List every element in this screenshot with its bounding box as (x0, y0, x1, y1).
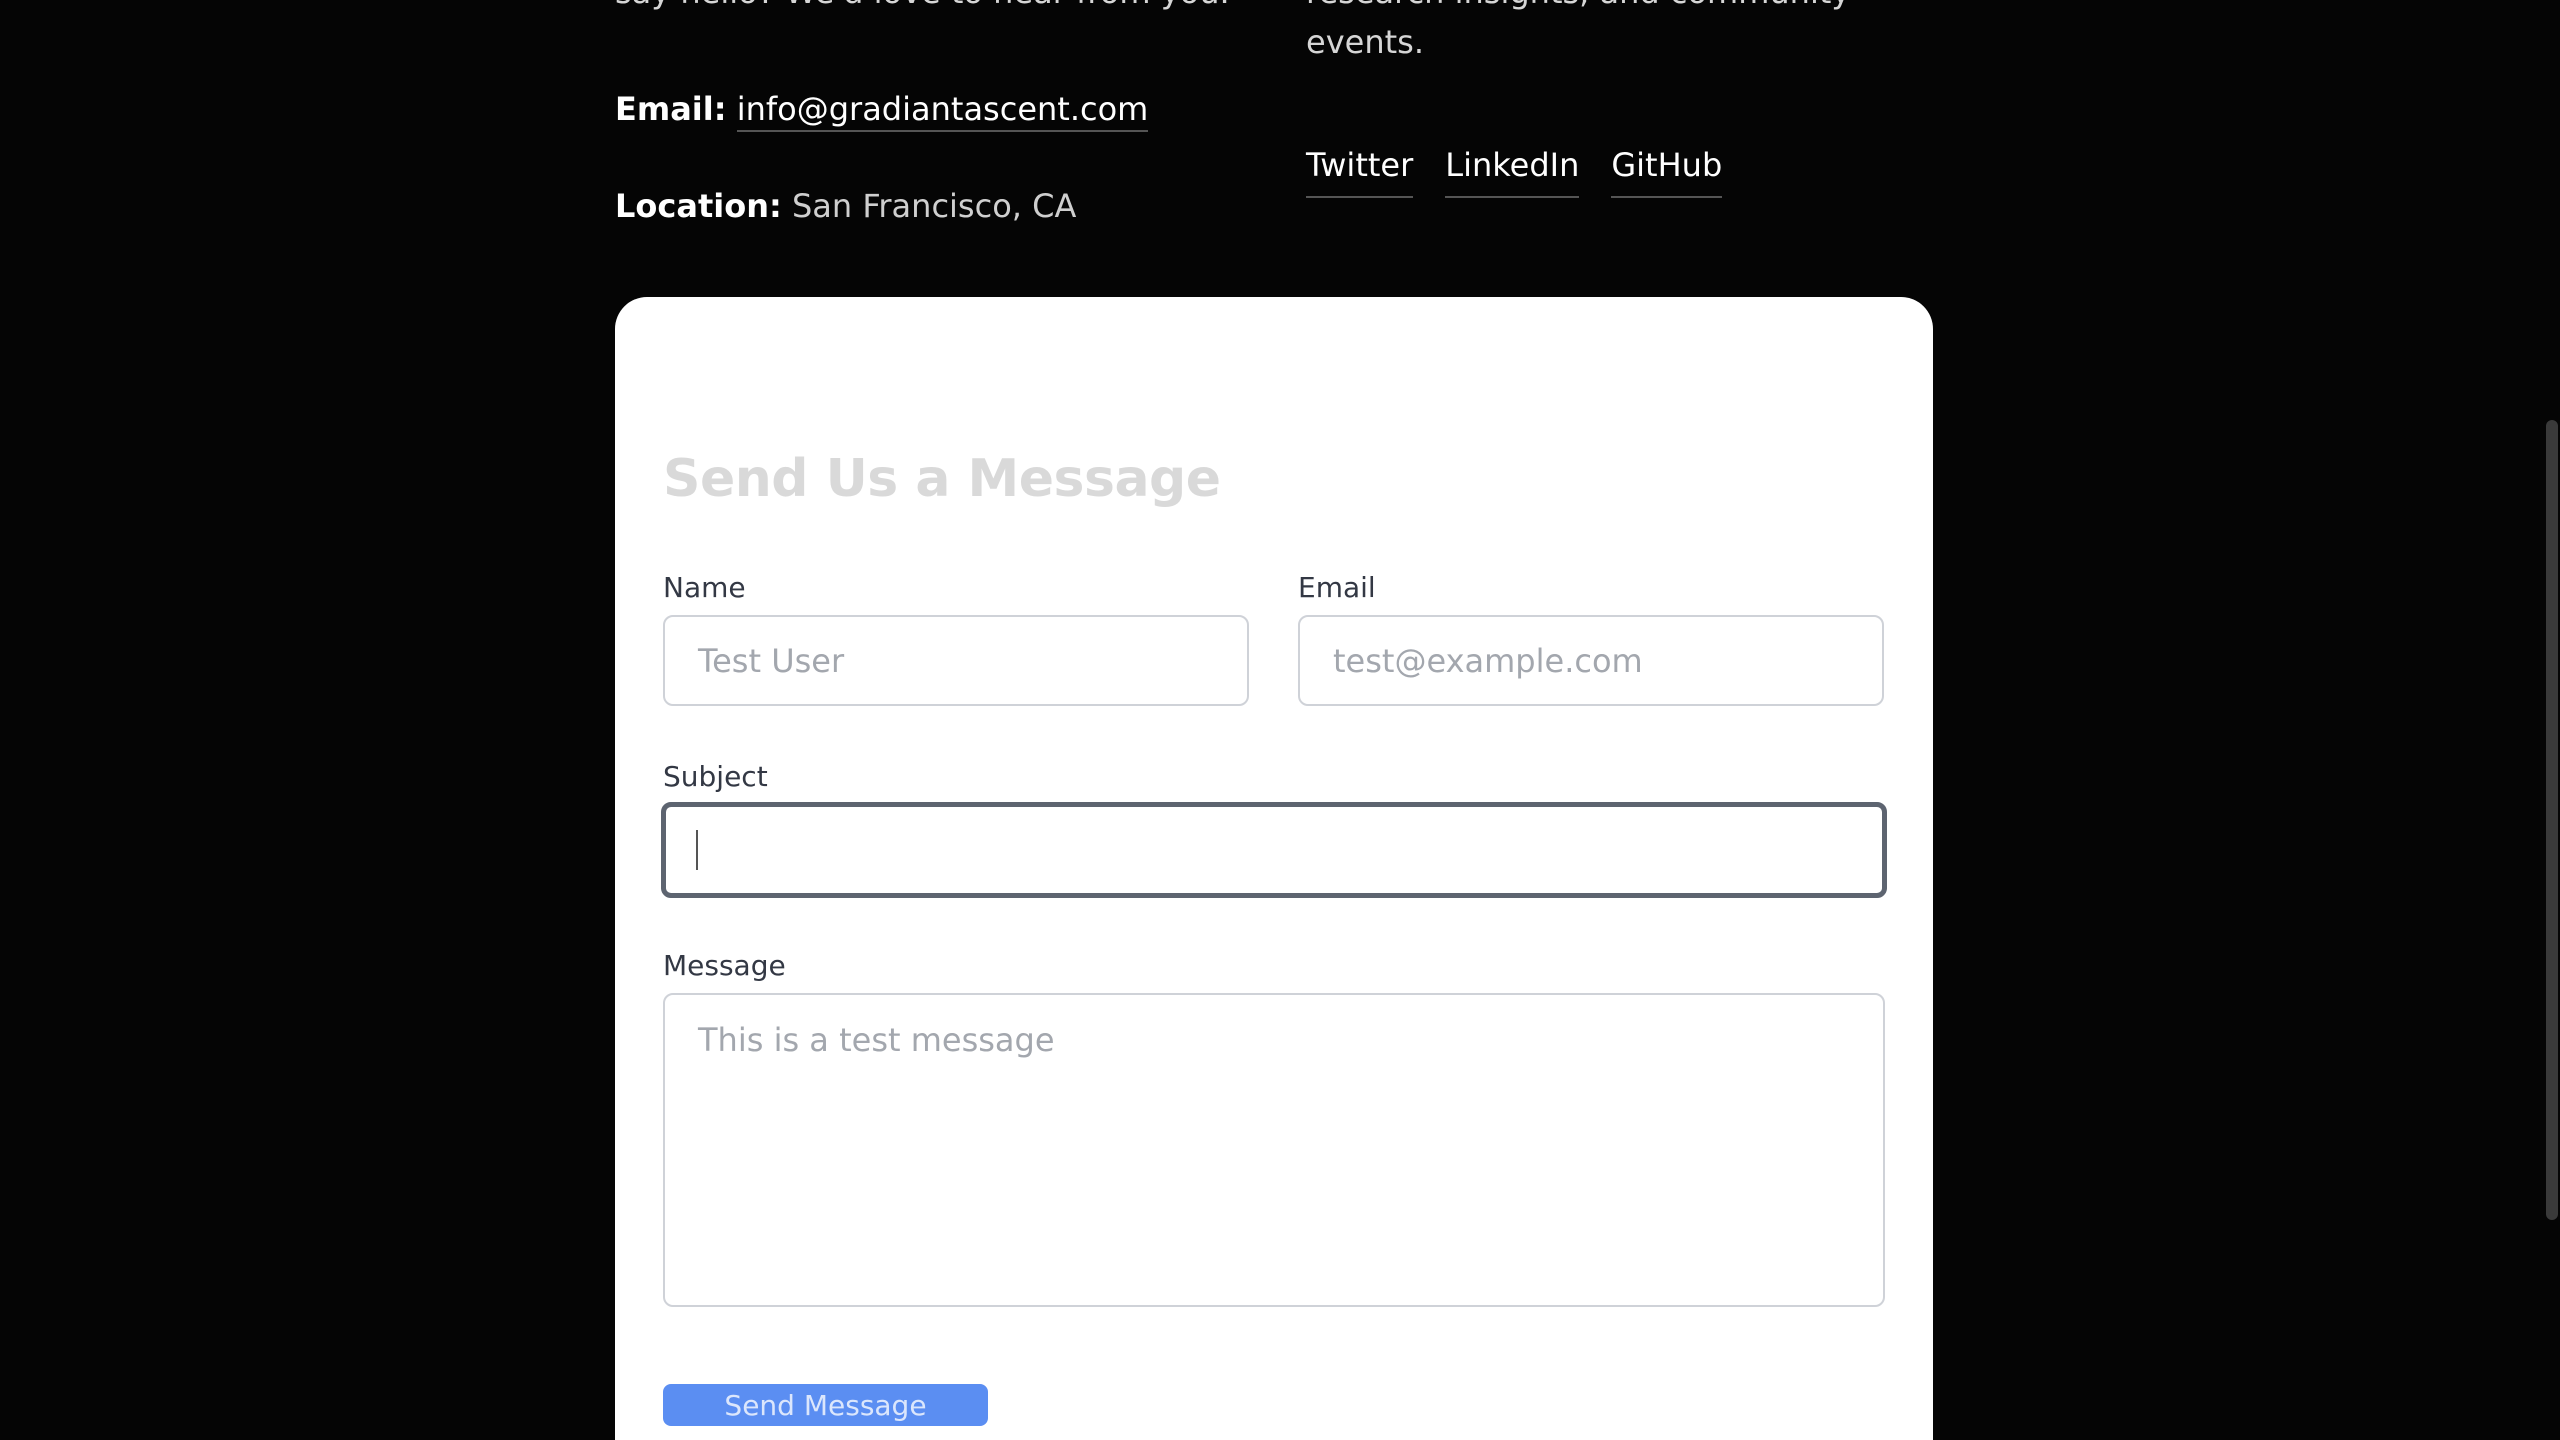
contact-form-card: Send Us a Message Name Test User Email t… (615, 297, 1933, 1440)
contact-location-row: Location: San Francisco, CA (615, 181, 1076, 231)
name-input[interactable]: Test User (663, 615, 1249, 706)
email-placeholder: test@example.com (1333, 641, 1643, 680)
name-placeholder: Test User (698, 641, 845, 680)
contact-location-label: Location: (615, 187, 782, 225)
message-placeholder: This is a test message (698, 1021, 1055, 1059)
contact-email-row: Email: info@gradiantascent.com (615, 84, 1149, 134)
subject-label: Subject (663, 760, 768, 793)
contact-location-value: San Francisco, CA (791, 187, 1077, 225)
subject-input[interactable] (661, 802, 1887, 898)
email-label: Email (1298, 571, 1376, 604)
linkedin-link[interactable]: LinkedIn (1445, 140, 1580, 198)
contact-email-label: Email: (615, 90, 727, 128)
scrollbar-thumb[interactable] (2546, 420, 2558, 1220)
social-links: Twitter LinkedIn GitHub (1306, 140, 1723, 198)
community-text: research insights, and community events. (1306, 0, 1850, 61)
email-input[interactable]: test@example.com (1298, 615, 1884, 706)
contact-intro-text: say hello? We'd love to hear from you. (615, 0, 1230, 17)
send-message-button[interactable]: Send Message (663, 1384, 988, 1426)
text-caret (696, 830, 698, 870)
name-label: Name (663, 571, 746, 604)
message-label: Message (663, 949, 786, 982)
contact-email-link[interactable]: info@gradiantascent.com (736, 90, 1149, 132)
form-title: Send Us a Message (663, 449, 1221, 509)
contact-page: say hello? We'd love to hear from you. E… (0, 0, 2560, 1440)
twitter-link[interactable]: Twitter (1306, 140, 1414, 198)
message-textarea[interactable]: This is a test message (663, 993, 1885, 1307)
github-link[interactable]: GitHub (1611, 140, 1723, 198)
